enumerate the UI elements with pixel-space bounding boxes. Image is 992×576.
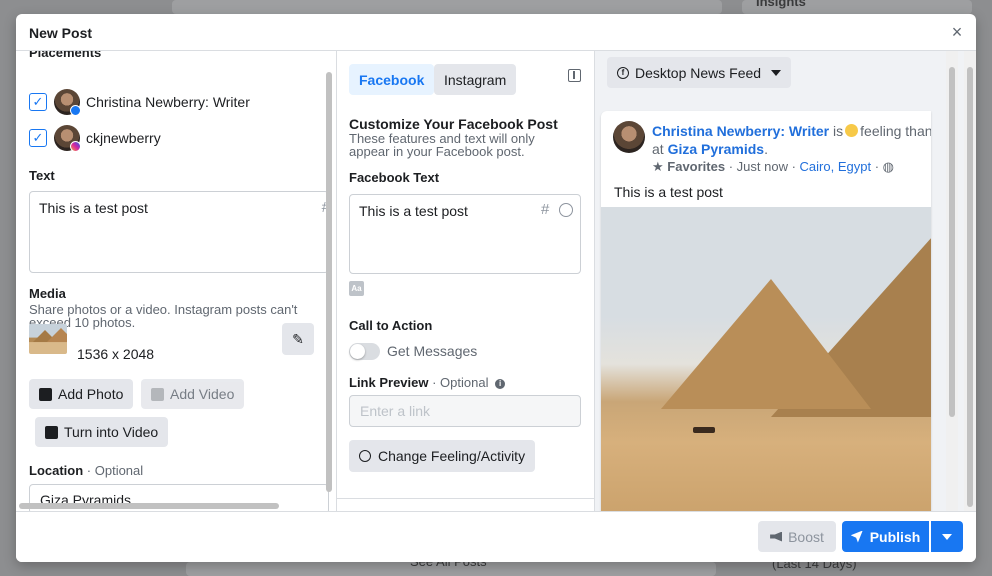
add-photo-button[interactable]: Add Photo — [29, 379, 134, 409]
left-pane-horizontal-scrollbar[interactable] — [19, 503, 279, 509]
new-post-modal: New Post × Placements ✓ Christina Newber… — [16, 14, 976, 562]
facebook-text-input[interactable]: This is a test post # — [349, 194, 581, 274]
change-feeling-label: Change Feeling/Activity — [378, 448, 526, 464]
call-to-action-label: Call to Action — [349, 318, 433, 333]
add-video-button[interactable]: Add Video — [141, 379, 245, 409]
globe-icon: ◍ — [882, 159, 895, 174]
edit-media-button[interactable]: ✎ — [282, 323, 314, 355]
link-preview-optional: · Optional — [432, 375, 489, 390]
media-size: 1536 x 2048 — [77, 346, 155, 362]
add-photo-icon — [39, 387, 52, 401]
separator: · — [874, 159, 880, 174]
page-name-link[interactable]: Christina Newberry: Writer — [652, 123, 829, 139]
link-preview-label-text: Link Preview — [349, 375, 429, 390]
tab-facebook[interactable]: Facebook — [349, 64, 435, 95]
pencil-icon: ✎ — [292, 330, 304, 347]
post-header: Christina Newberry: Writer is feeling tha… — [652, 123, 931, 139]
customize-title: Customize Your Facebook Post — [349, 116, 558, 132]
media-thumbnail[interactable] — [29, 324, 67, 354]
add-photo-label: Add Photo — [58, 386, 124, 402]
add-video-icon — [151, 387, 164, 401]
hashtag-icon[interactable]: # — [541, 201, 549, 218]
compose-pane: Placements ✓ Christina Newberry: Writer … — [16, 51, 336, 511]
location-optional: · Optional — [86, 463, 144, 478]
boost-button[interactable]: Boost — [758, 521, 836, 552]
camel-shape — [693, 427, 715, 433]
publish-options-button[interactable] — [931, 521, 963, 552]
facebook-badge-icon — [70, 105, 81, 116]
preview-pane: f Desktop News Feed Christina Newberry: … — [595, 51, 976, 511]
media-label: Media — [29, 286, 66, 301]
change-feeling-button[interactable]: Change Feeling/Activity — [349, 440, 536, 472]
chevron-down-icon — [771, 69, 782, 76]
instagram-badge-icon — [70, 141, 81, 152]
background-card — [172, 0, 722, 14]
left-pane-scrollbar[interactable] — [326, 72, 332, 492]
facebook-icon: f — [617, 66, 629, 79]
post-text-value: This is a test post — [39, 200, 148, 216]
placement-checkbox-instagram[interactable]: ✓ — [29, 129, 47, 147]
add-video-label: Add Video — [170, 386, 235, 402]
period: . — [764, 141, 768, 157]
text-format-icon[interactable]: Aa — [349, 281, 364, 296]
placements-label: Placements — [29, 51, 102, 60]
call-to-action-option: Get Messages — [387, 343, 478, 359]
post-time: · Just now · — [728, 159, 796, 174]
location-link[interactable]: Cairo, Egypt — [800, 159, 872, 174]
link-preview-label: Link Preview · Optional i — [349, 375, 506, 390]
post-photo[interactable] — [601, 207, 931, 511]
pyramid-shape — [661, 279, 871, 409]
location-label: Location · Optional — [29, 463, 143, 478]
divider — [337, 498, 594, 499]
feeling-prefix: is — [833, 123, 844, 139]
location-label-text: Location — [29, 463, 84, 478]
post-location-line: at Giza Pyramids. — [652, 141, 768, 157]
post-text: This is a test post — [614, 184, 723, 200]
chevron-down-icon — [942, 533, 952, 540]
tab-instagram[interactable]: Instagram — [434, 64, 517, 95]
info-icon[interactable]: i — [495, 379, 506, 389]
post-meta: ★ Favorites · Just now · Cairo, Egypt · … — [652, 159, 894, 175]
facebook-text-label: Facebook Text — [349, 170, 440, 185]
account-name-instagram: ckjnewberry — [86, 130, 161, 146]
place-link[interactable]: Giza Pyramids — [668, 141, 765, 157]
collapse-panel-icon[interactable] — [568, 69, 581, 82]
at-text: at — [652, 141, 664, 157]
call-to-action-toggle[interactable] — [349, 343, 380, 360]
post-preview: Christina Newberry: Writer is feeling tha… — [601, 111, 931, 511]
close-icon[interactable]: × — [948, 23, 966, 41]
preview-placement-select[interactable]: f Desktop News Feed — [607, 57, 792, 88]
preview-placement-label: Desktop News Feed — [635, 64, 762, 81]
turn-into-video-button[interactable]: Turn into Video — [35, 417, 169, 447]
turn-into-video-label: Turn into Video — [64, 424, 159, 440]
facebook-text-value: This is a test post — [359, 203, 468, 219]
modal-header: New Post × — [16, 14, 976, 51]
text-label: Text — [29, 168, 55, 183]
post-text-input[interactable]: This is a test post # — [29, 191, 330, 273]
star-icon: ★ — [652, 159, 664, 174]
video-icon — [45, 425, 58, 439]
placement-checkbox-facebook[interactable]: ✓ — [29, 93, 47, 111]
boost-label: Boost — [788, 528, 824, 545]
feeling-icon — [359, 450, 371, 462]
modal-scrollbar[interactable] — [967, 67, 973, 507]
publish-label: Publish — [869, 528, 921, 545]
preview-scrollbar[interactable] — [949, 67, 955, 417]
emoji-icon[interactable] — [559, 203, 573, 217]
megaphone-icon — [770, 531, 783, 542]
link-preview-input[interactable] — [349, 395, 581, 427]
modal-footer: Boost Publish — [16, 511, 976, 562]
favorites-label: Favorites — [667, 159, 726, 174]
avatar — [613, 121, 645, 153]
customize-pane: Facebook Instagram Customize Your Facebo… — [337, 51, 594, 511]
send-icon — [850, 530, 863, 543]
smile-emoji-icon — [845, 124, 859, 137]
background-insights-label: Insights — [756, 0, 806, 9]
modal-title: New Post — [29, 25, 93, 41]
account-name-facebook: Christina Newberry: Writer — [86, 94, 250, 110]
media-hint: Share photos or a video. Instagram posts… — [29, 302, 298, 330]
publish-button[interactable]: Publish — [842, 521, 929, 552]
feeling-text: feeling than — [860, 123, 931, 139]
customize-subtitle: These features and text will only appear… — [349, 131, 535, 159]
